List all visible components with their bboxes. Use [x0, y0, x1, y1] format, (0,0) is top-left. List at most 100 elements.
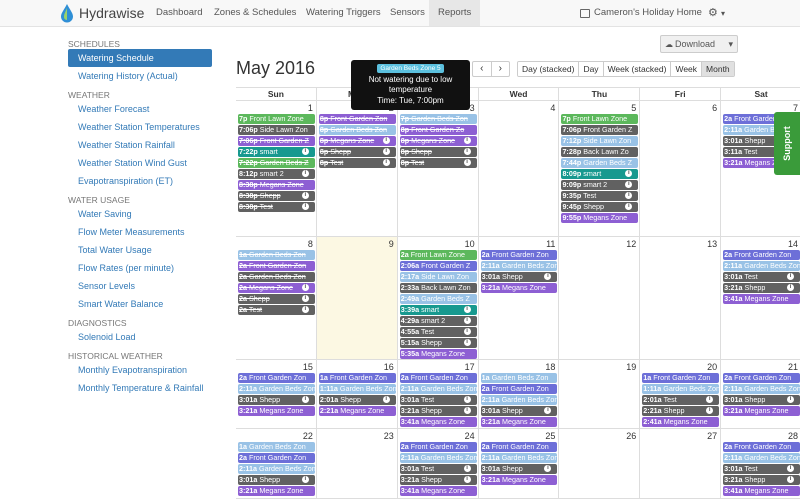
schedule-event[interactable]: 8p Test [318, 158, 396, 168]
schedule-event[interactable]: 2:49a Garden Beds Z [399, 294, 477, 304]
schedule-event[interactable]: 8:38p Test [238, 202, 315, 212]
sidebar-item-flow-rates-per-minute[interactable]: Flow Rates (per minute) [60, 259, 225, 277]
view-day-stacked-button[interactable]: Day (stacked) [518, 62, 579, 76]
schedule-event[interactable]: 2:11a Garden Beds Zon [723, 453, 800, 463]
view-day-button[interactable]: Day [578, 62, 603, 76]
sidebar-item-weather-station-wind-gust[interactable]: Weather Station Wind Gust [60, 154, 225, 172]
schedule-event[interactable]: 3:21a Megans Zone [238, 406, 315, 416]
day-cell[interactable]: 24 2a Front Garden Zon 2:11a Garden Beds Z… [396, 429, 478, 498]
prev-month-button[interactable]: ‹ [473, 62, 491, 76]
schedule-event[interactable]: 3:21a Megans Zone [238, 486, 315, 496]
schedule-event[interactable]: 2a Front Garden Zon [480, 384, 558, 394]
schedule-event[interactable]: 2a Front Garden Zon [238, 261, 315, 271]
schedule-event[interactable]: 2:11a Garden Beds Zon [238, 464, 315, 474]
day-cell[interactable]: 6 [639, 101, 720, 236]
schedule-event[interactable]: 2a Front Garden Zon [399, 442, 477, 452]
day-cell[interactable]: 14 2a Front Garden Zon 2:11a Garden Beds Z… [720, 237, 800, 359]
schedule-event[interactable]: 1a Front Garden Zon [318, 373, 396, 383]
schedule-event[interactable]: 2:06a Front Garden Z [399, 261, 477, 271]
schedule-event[interactable]: 2a Garden Beds Zon [238, 272, 315, 282]
schedule-event[interactable]: 1a Garden Beds Zon [238, 250, 315, 260]
schedule-event[interactable]: 3:21a Shepp [723, 475, 800, 485]
schedule-event[interactable]: 5:35a Megans Zone [399, 349, 477, 359]
schedule-event[interactable]: 2a Front Lawn Zone [399, 250, 477, 260]
schedule-event[interactable]: 2:21a Megans Zone [318, 406, 396, 416]
schedule-event[interactable]: 2:01a Shepp [318, 395, 396, 405]
brand[interactable]: Hydrawise [60, 3, 144, 23]
sidebar-item-flow-meter-measurements[interactable]: Flow Meter Measurements [60, 223, 225, 241]
day-cell[interactable]: 20 1a Front Garden Zon 1:11a Garden Beds Z… [639, 360, 720, 428]
schedule-event[interactable]: 7:22p Garden Beds Z [238, 158, 315, 168]
schedule-event[interactable]: 2a Front Garden Zon [723, 250, 800, 260]
day-cell[interactable]: 12 [558, 237, 639, 359]
schedule-event[interactable]: 7:22p smart [238, 147, 315, 157]
nav-sensors[interactable]: Sensors [380, 0, 435, 26]
day-cell[interactable]: 4 [477, 101, 559, 236]
schedule-event[interactable]: 2:11a Garden Beds Zon [723, 261, 800, 271]
settings-menu[interactable]: ⚙ ▾ [708, 0, 725, 26]
schedule-event[interactable]: 8p Test [399, 158, 477, 168]
download-button[interactable]: ☁ Download ▾ [660, 35, 738, 53]
schedule-event[interactable]: 2:11a Garden Beds Zon [480, 453, 558, 463]
schedule-event[interactable]: 3:41a Megans Zone [399, 417, 477, 427]
nav-watering-triggers[interactable]: Watering Triggers [298, 0, 389, 26]
schedule-event[interactable]: 3:01a Shepp [480, 406, 558, 416]
schedule-event[interactable]: 3:01a Test [723, 272, 800, 282]
day-cell[interactable]: 18 1a Garden Beds Zon 2a Front Garden Zon 2… [477, 360, 559, 428]
schedule-event[interactable]: 3:01a Test [723, 464, 800, 474]
sidebar-item-smart-water-balance[interactable]: Smart Water Balance [60, 295, 225, 313]
schedule-event[interactable]: 2a Front Garden Zon [723, 442, 800, 452]
schedule-event[interactable]: 2:33a Back Lawn Zon [399, 283, 477, 293]
day-cell[interactable]: 10 2a Front Lawn Zone 2:06a Front Garden Z… [396, 237, 478, 359]
schedule-event[interactable]: 9:09p smart 2 [561, 180, 639, 190]
schedule-event[interactable]: 3:01a Test [399, 464, 477, 474]
schedule-event[interactable]: 7:06p Front Garden Z [238, 136, 315, 146]
day-cell[interactable]: 13 [639, 237, 720, 359]
schedule-event[interactable]: 2:11a Garden Beds Zon [480, 395, 558, 405]
day-cell[interactable]: 9 [315, 237, 397, 359]
home-selector[interactable]: Cameron's Holiday Home [580, 0, 702, 26]
day-cell[interactable]: 3 7p Garden Beds Zon 8p Front Garden Zo 8p … [396, 101, 478, 236]
schedule-event[interactable]: 8p Shepp [318, 147, 396, 157]
day-cell[interactable]: 15 2a Front Garden Zon 2:11a Garden Beds Z… [236, 360, 316, 428]
sidebar-item-weather-station-rainfall[interactable]: Weather Station Rainfall [60, 136, 225, 154]
sidebar-item-total-water-usage[interactable]: Total Water Usage [60, 241, 225, 259]
schedule-event[interactable]: 3:21a Megans Zone [480, 475, 558, 485]
sidebar-item-monthly-temperature-rainfall[interactable]: Monthly Temperature & Rainfall [60, 379, 225, 397]
schedule-event[interactable]: 4:29a smart 2 [399, 316, 477, 326]
schedule-event[interactable]: 2:11a Garden Beds Zon [399, 384, 477, 394]
schedule-event[interactable]: 1a Garden Beds Zon [480, 373, 558, 383]
schedule-event[interactable]: 9:55p Megans Zone [561, 213, 639, 223]
schedule-event[interactable]: 8p Front Garden Zon [318, 114, 396, 124]
next-month-button[interactable]: › [490, 62, 510, 76]
schedule-event[interactable]: 8p Garden Beds Zon [318, 125, 396, 135]
schedule-event[interactable]: 8:38p Shepp [238, 191, 315, 201]
day-cell[interactable]: 8 1a Garden Beds Zon 2a Front Garden Zon 2a… [236, 237, 316, 359]
schedule-event[interactable]: 7:06p Front Garden Z [561, 125, 639, 135]
schedule-event[interactable]: 3:41a Megans Zone [723, 294, 800, 304]
schedule-event[interactable]: 2:41a Megans Zone [642, 417, 720, 427]
day-cell[interactable]: 27 [639, 429, 720, 498]
schedule-event[interactable]: 7:06p Side Lawn Zon [238, 125, 315, 135]
schedule-event[interactable]: 2:11a Garden Beds Zon [723, 384, 800, 394]
schedule-event[interactable]: 2a Front Garden Zon [480, 442, 558, 452]
sidebar-item-evapotranspiration-et[interactable]: Evapotranspiration (ET) [60, 172, 225, 190]
day-cell[interactable]: 11 2a Front Garden Zon 2:11a Garden Beds Z… [477, 237, 559, 359]
day-cell[interactable]: 25 2a Front Garden Zon 2:11a Garden Beds Z… [477, 429, 559, 498]
schedule-event[interactable]: 4:55a Test [399, 327, 477, 337]
day-cell[interactable]: 23 [315, 429, 397, 498]
schedule-event[interactable]: 2:11a Garden Beds Zon [480, 261, 558, 271]
schedule-event[interactable]: 3:21a Megans Zone [480, 283, 558, 293]
schedule-event[interactable]: 7p Front Lawn Zone [238, 114, 315, 124]
day-cell[interactable]: 19 [558, 360, 639, 428]
schedule-event[interactable]: 3:41a Megans Zone [399, 486, 477, 496]
schedule-event[interactable]: 2a Test [238, 305, 315, 315]
schedule-event[interactable]: 3:01a Shepp [238, 395, 315, 405]
day-cell[interactable]: 17 2a Front Garden Zon 2:11a Garden Beds Z… [396, 360, 478, 428]
schedule-event[interactable]: 3:21a Shepp [399, 406, 477, 416]
schedule-event[interactable]: 8p Shepp [399, 147, 477, 157]
day-cell[interactable]: 21 2a Front Garden Zon 2:11a Garden Beds Z… [720, 360, 800, 428]
nav-zones-schedules[interactable]: Zones & Schedules [205, 0, 305, 26]
schedule-event[interactable]: 3:39a smart [399, 305, 477, 315]
schedule-event[interactable]: 2:11a Garden Beds Zon [399, 453, 477, 463]
